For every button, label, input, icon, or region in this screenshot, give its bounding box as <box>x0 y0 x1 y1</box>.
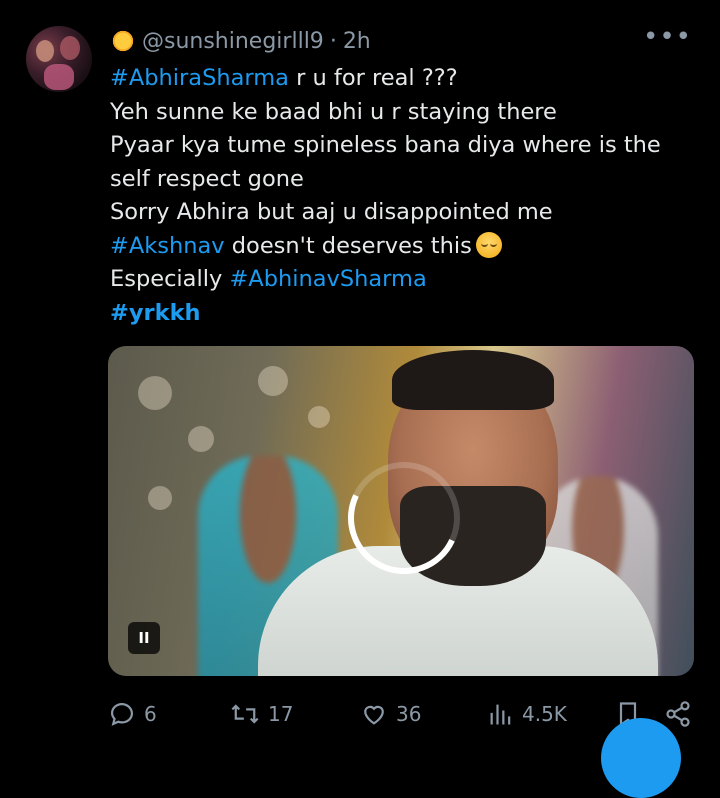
avatar-figure <box>44 64 74 90</box>
share-icon <box>664 700 692 728</box>
pensive-face-emoji <box>475 231 502 258</box>
user-handle[interactable]: @sunshinegirlll9 <box>142 29 324 54</box>
main-person-hair <box>392 350 554 410</box>
video-player[interactable]: II <box>108 346 694 676</box>
hashtag-link[interactable]: #Akshnav <box>110 233 225 259</box>
avatar[interactable] <box>26 26 92 92</box>
tweet[interactable]: @sunshinegirlll9 · 2h ••• #AbhiraSharma … <box>0 0 720 798</box>
like-count: 36 <box>396 702 422 726</box>
background-light <box>308 406 330 428</box>
share-button[interactable] <box>664 696 692 732</box>
views-button[interactable]: 4.5K <box>488 696 567 732</box>
repost-count: 17 <box>268 702 294 726</box>
text-line: Pyaar kya tume spineless bana diya where… <box>110 132 661 158</box>
repost-icon <box>230 700 260 728</box>
repost-button[interactable]: 17 <box>230 696 293 732</box>
timestamp[interactable]: 2h <box>343 29 371 54</box>
more-icon[interactable]: ••• <box>643 22 692 52</box>
views-count: 4.5K <box>522 702 567 726</box>
hashtag-link[interactable]: #AbhiraSharma <box>110 65 289 91</box>
hashtag-link[interactable]: #AbhinavSharma <box>229 266 426 292</box>
background-light <box>138 376 172 410</box>
reply-icon <box>108 700 136 728</box>
text-line: #Akshnav doesn't deserves this <box>110 230 700 264</box>
text-line: Sorry Abhira but aaj u disappointed me <box>110 199 553 225</box>
reply-button[interactable]: 6 <box>108 696 157 732</box>
sun-emoji-icon <box>110 28 136 54</box>
hashtag-link[interactable]: #yrkkh <box>110 300 201 326</box>
tweet-header: @sunshinegirlll9 · 2h <box>110 26 371 56</box>
background-light <box>148 486 172 510</box>
separator: · <box>329 28 337 54</box>
text-line: #AbhiraSharma r u for real ??? <box>110 65 458 91</box>
background-light <box>188 426 214 452</box>
avatar-figure <box>60 36 80 60</box>
tweet-text: #AbhiraSharma r u for real ??? Yeh sunne… <box>110 62 700 330</box>
avatar-figure <box>36 40 54 62</box>
text-line: Yeh sunne ke baad bhi u r staying there <box>110 98 557 125</box>
like-button[interactable]: 36 <box>360 696 421 732</box>
text-line: Especially #AbhinavSharma <box>110 266 427 292</box>
reply-count: 6 <box>144 702 157 726</box>
like-icon <box>360 700 388 728</box>
background-light <box>258 366 288 396</box>
views-icon <box>488 700 514 728</box>
text-line: #yrkkh <box>110 297 700 331</box>
text-line: self respect gone <box>110 165 304 192</box>
compose-fab-button[interactable] <box>601 718 681 798</box>
pause-button[interactable]: II <box>128 622 160 654</box>
